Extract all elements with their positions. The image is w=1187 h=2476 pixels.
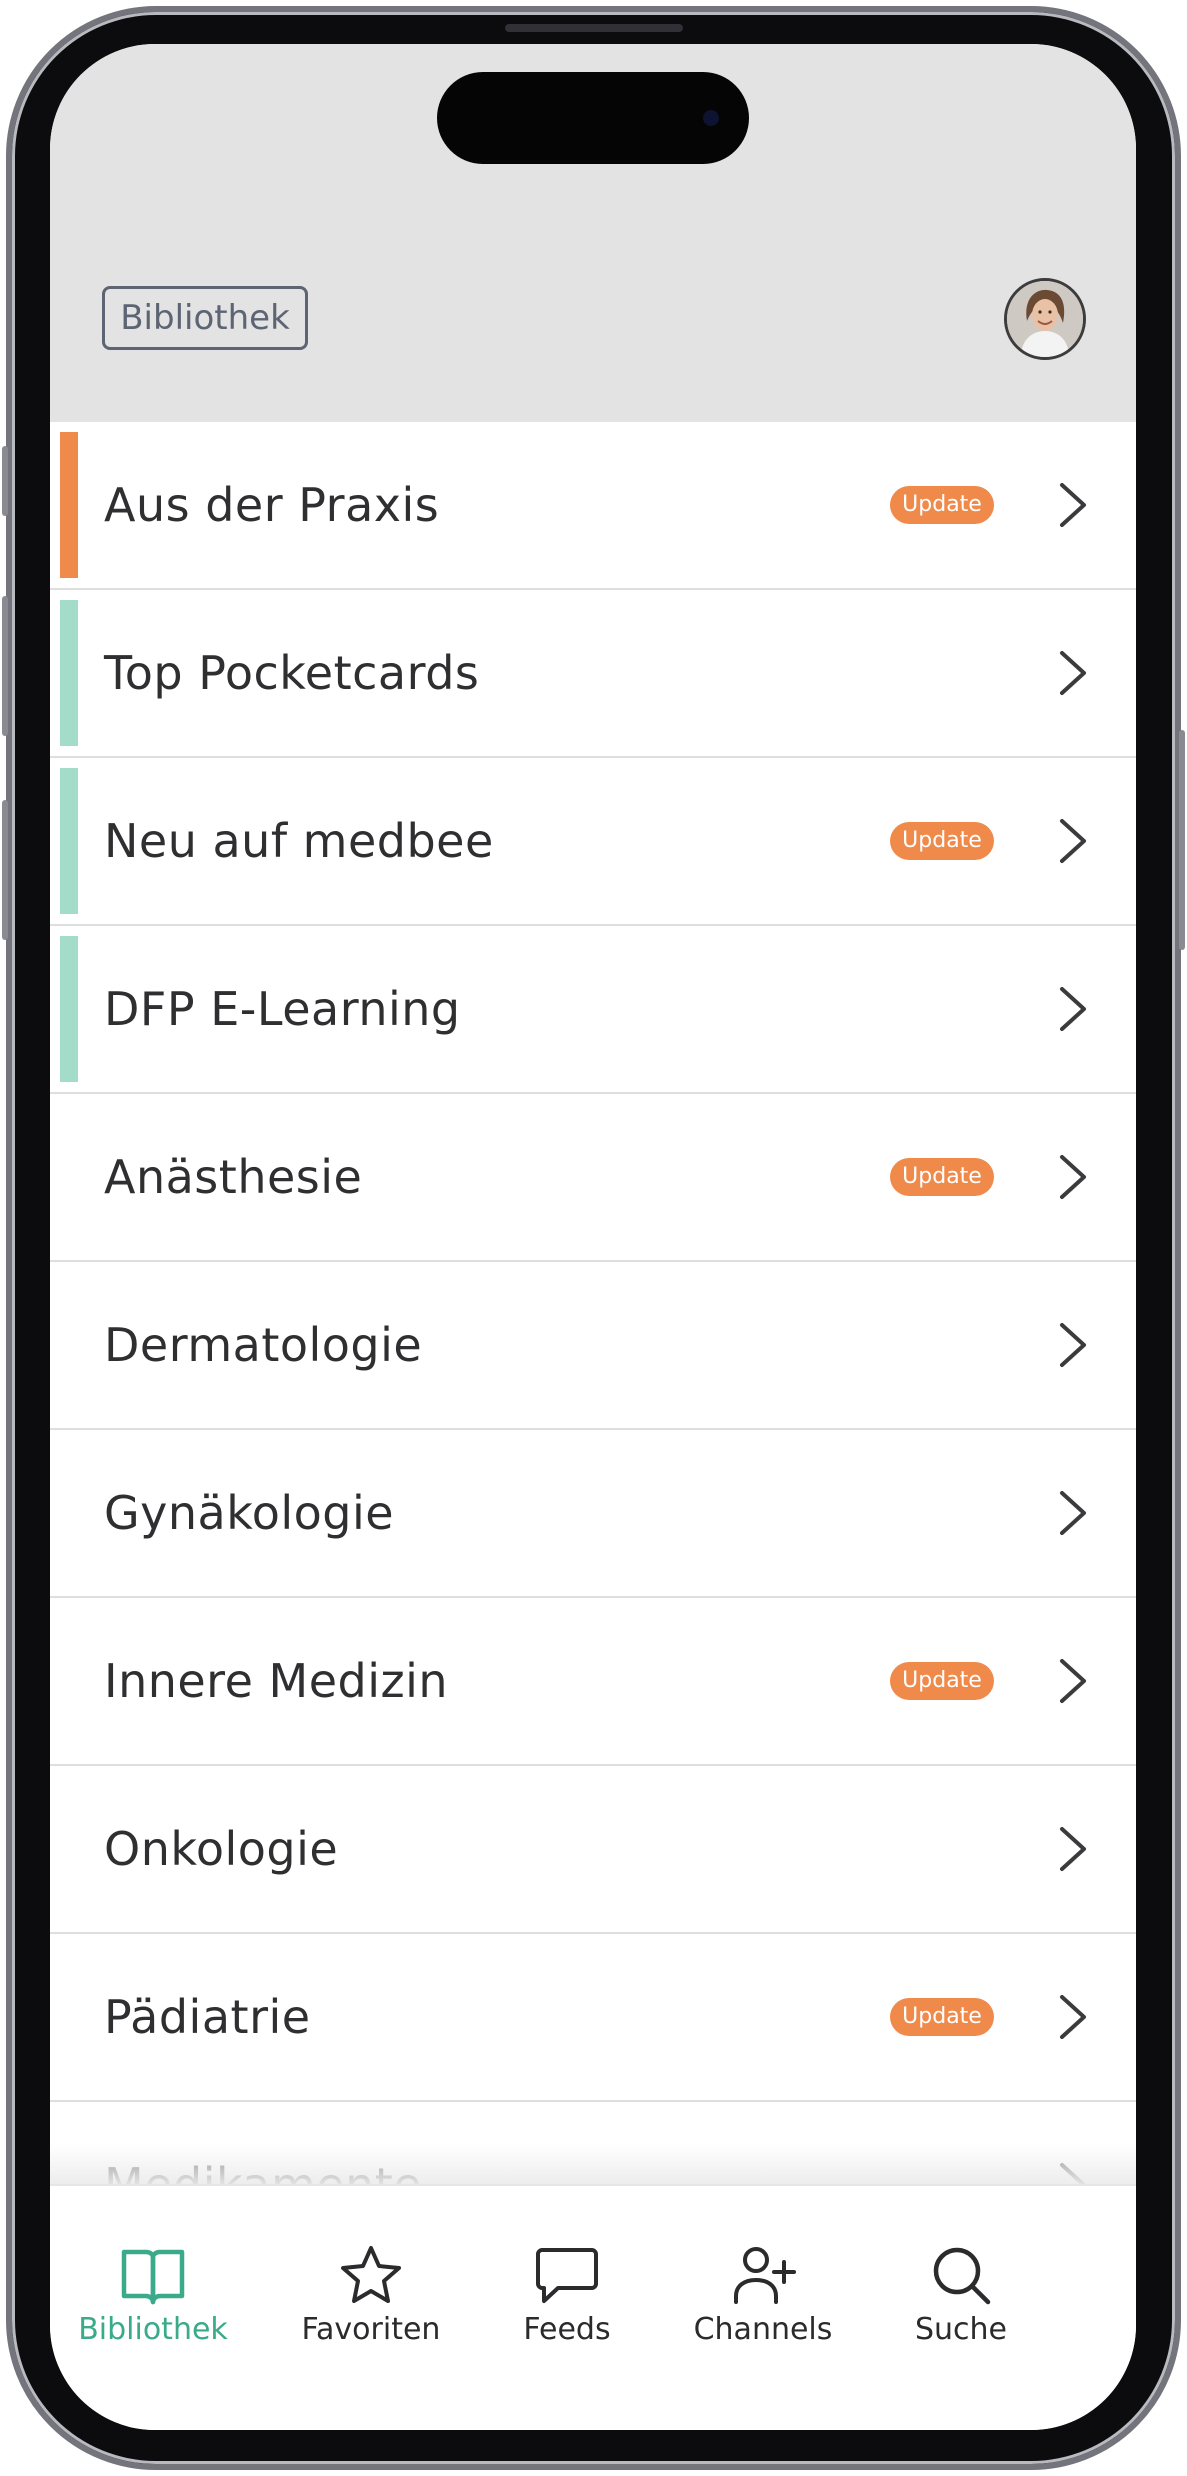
list-item-label: Dermatologie (104, 1318, 423, 1372)
side-button (2, 596, 8, 736)
chevron-right-icon (1060, 1155, 1086, 1199)
chevron-right-icon (1060, 651, 1086, 695)
list-item[interactable]: Top Pocketcards (50, 590, 1136, 758)
side-button (2, 800, 8, 940)
tabbar-shadow (50, 2144, 1136, 2184)
accent-bar (60, 768, 78, 914)
page-title[interactable]: Bibliothek (102, 286, 308, 350)
update-badge: Update (890, 822, 994, 860)
accent-bar (60, 432, 78, 578)
chat-bubble-icon (536, 2248, 598, 2303)
header: Bibliothek (50, 44, 1136, 422)
chevron-right-icon (1060, 483, 1086, 527)
list-item-label: Innere Medizin (104, 1654, 449, 1708)
list-item-label: Gynäkologie (104, 1486, 395, 1540)
list-item-label: Onkologie (104, 1822, 339, 1876)
star-icon (341, 2246, 401, 2303)
tab-feeds[interactable]: Feeds (472, 2186, 662, 2386)
tab-bar: Bibliothek Favoriten Feeds Channels Such… (50, 2184, 1136, 2430)
list-item-label: Aus der Praxis (104, 478, 440, 532)
tab-label: Favoriten (301, 2312, 441, 2347)
book-icon (121, 2249, 185, 2305)
list-item[interactable]: Aus der Praxis Update (50, 422, 1136, 590)
add-user-icon (734, 2247, 796, 2304)
chevron-right-icon (1060, 819, 1086, 863)
update-badge: Update (890, 1158, 994, 1196)
list-item-label: Top Pocketcards (104, 646, 480, 700)
side-button (1179, 730, 1185, 950)
tab-label: Bibliothek (78, 2312, 228, 2347)
list-item[interactable]: DFP E-Learning (50, 926, 1136, 1094)
list-item-label: DFP E-Learning (104, 982, 461, 1036)
chevron-right-icon (1060, 1827, 1086, 1871)
list-item-label: Anästhesie (104, 1150, 363, 1204)
list-item-label: Pädiatrie (104, 1990, 311, 2044)
list-item[interactable]: Gynäkologie (50, 1430, 1136, 1598)
avatar[interactable] (1004, 278, 1086, 360)
tab-label: Feeds (523, 2312, 611, 2347)
tab-label: Suche (914, 2312, 1008, 2347)
accent-bar (60, 936, 78, 1082)
accent-bar (60, 600, 78, 746)
list-item[interactable]: Onkologie (50, 1766, 1136, 1934)
update-badge: Update (890, 1998, 994, 2036)
chevron-right-icon (1060, 987, 1086, 1031)
chevron-right-icon (1060, 1995, 1086, 2039)
chevron-right-icon (1060, 1323, 1086, 1367)
speaker-grille (505, 24, 683, 32)
list-item[interactable]: Neu auf medbee Update (50, 758, 1136, 926)
camera-icon (703, 110, 719, 126)
tab-channels[interactable]: Channels (668, 2186, 858, 2386)
list-item[interactable]: Innere Medizin Update (50, 1598, 1136, 1766)
list-item[interactable]: Dermatologie (50, 1262, 1136, 1430)
chevron-right-icon (1060, 1491, 1086, 1535)
dynamic-island (437, 72, 749, 164)
tab-suche[interactable]: Suche (866, 2186, 1056, 2386)
avatar-image (1007, 281, 1083, 357)
tab-label: Channels (693, 2312, 833, 2347)
list-item[interactable]: Anästhesie Update (50, 1094, 1136, 1262)
tab-bibliothek[interactable]: Bibliothek (58, 2186, 248, 2386)
screen: Bibliothek Aus der Praxis Update Top Poc… (50, 44, 1136, 2430)
tab-favoriten[interactable]: Favoriten (276, 2186, 466, 2386)
chevron-right-icon (1060, 1659, 1086, 1703)
side-button (2, 446, 8, 516)
library-list: Aus der Praxis Update Top Pocketcards Ne… (50, 422, 1136, 2270)
list-item-label: Neu auf medbee (104, 814, 494, 868)
search-icon (933, 2247, 991, 2305)
update-badge: Update (890, 1662, 994, 1700)
update-badge: Update (890, 486, 994, 524)
list-item[interactable]: Pädiatrie Update (50, 1934, 1136, 2102)
